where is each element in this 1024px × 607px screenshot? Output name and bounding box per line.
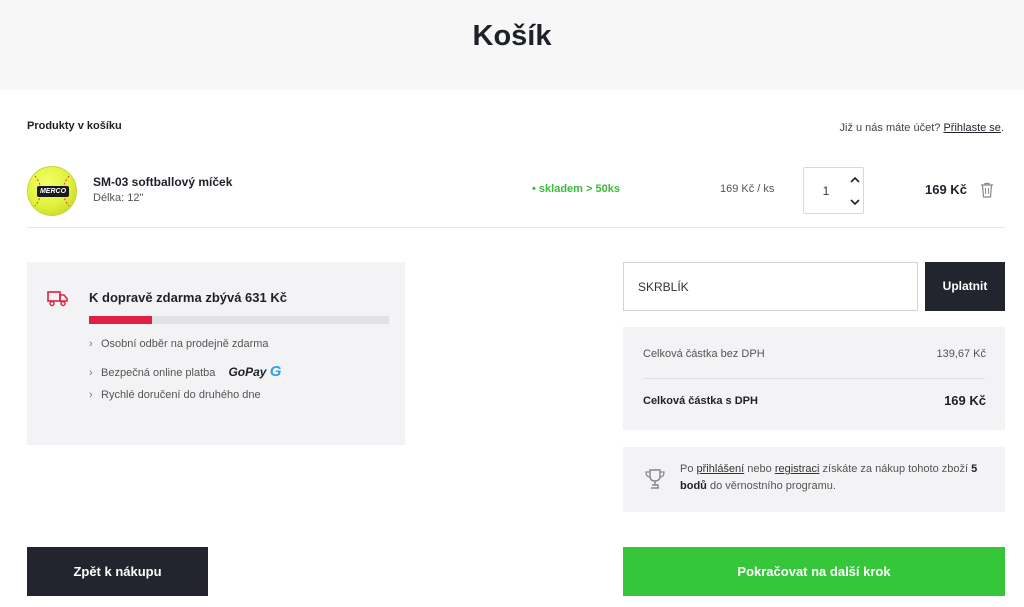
free-shipping-progress-fill [89,316,152,324]
page-header: Košík [0,0,1024,90]
gopay-label: GoPay [228,365,267,379]
chevron-down-icon[interactable] [848,195,862,209]
total-without-vat-label: Celková částka bez DPH [643,348,765,360]
benefit-item: › Osobní odběr na prodejně zdarma [89,338,269,350]
cart-section-label: Produkty v košíku [27,120,122,132]
total-with-vat-value: 169 Kč [944,393,986,408]
product-logo: MERCO [37,186,69,197]
login-suffix: . [1000,122,1004,134]
unit-price: 169 Kč / ks [720,183,775,195]
quantity-value[interactable]: 1 [804,184,848,198]
gopay-logo: GoPay G [228,363,281,380]
chevron-up-icon[interactable] [848,173,862,187]
chevron-right-icon: › [89,367,93,379]
product-name[interactable]: SM-03 softballový míček [93,175,232,189]
totals-panel: Celková částka bez DPH 139,67 Kč Celková… [623,327,1005,430]
continue-button[interactable]: Pokračovat na další krok [623,547,1005,596]
apply-coupon-button[interactable]: Uplatnit [925,262,1005,311]
quantity-stepper[interactable]: 1 [803,167,864,214]
product-variant: Délka: 12" [93,192,144,204]
loyalty-login-link[interactable]: přihlášení [697,463,745,475]
divider [643,378,985,379]
truck-icon [47,291,68,307]
page-title: Košík [472,20,552,52]
cart-item-row: MERCO SM-03 softballový míček Délka: 12"… [27,160,1005,228]
free-shipping-progress [89,316,389,324]
total-with-vat-label: Celková částka s DPH [643,395,758,407]
back-to-shopping-button[interactable]: Zpět k nákupu [27,547,208,596]
chevron-right-icon: › [89,389,93,401]
loyalty-panel: Po přihlášení nebo registraci získáte za… [623,447,1005,512]
loyalty-prefix: Po [680,463,694,475]
account-note: Již u nás máte účet? Přihlaste se. [840,122,1005,134]
loyalty-middle: získáte za nákup tohoto zboží [822,463,969,475]
account-prompt: Již u nás máte účet? [839,122,941,134]
loyalty-or: nebo [747,463,772,475]
trash-icon[interactable] [980,182,994,198]
loyalty-suffix: do věrnostního programu. [709,480,836,492]
stock-status: • skladem > 50ks [532,183,620,195]
product-image[interactable]: MERCO [27,166,77,216]
trophy-icon [645,469,665,489]
benefit-label: Bezpečná online platba [101,367,216,379]
benefit-item: › Rychlé doručení do druhého dne [89,389,261,401]
benefit-label: Rychlé doručení do druhého dne [101,389,261,401]
loyalty-register-link[interactable]: registraci [775,463,820,475]
total-without-vat-value: 139,67 Kč [936,348,986,360]
login-link[interactable]: Přihlaste se [943,122,1000,134]
free-shipping-title: K dopravě zdarma zbývá 631 Kč [89,290,287,305]
benefit-label: Osobní odběr na prodejně zdarma [101,338,269,350]
benefit-item: › Bezpečná online platba GoPay G [89,363,281,380]
coupon-input[interactable] [623,262,918,311]
chevron-right-icon: › [89,338,93,350]
line-total: 169 Kč [925,182,967,197]
loyalty-text: Po přihlášení nebo registraci získáte za… [680,461,990,495]
gopay-g-icon: G [269,363,282,380]
free-shipping-panel: K dopravě zdarma zbývá 631 Kč › Osobní od… [27,262,405,445]
